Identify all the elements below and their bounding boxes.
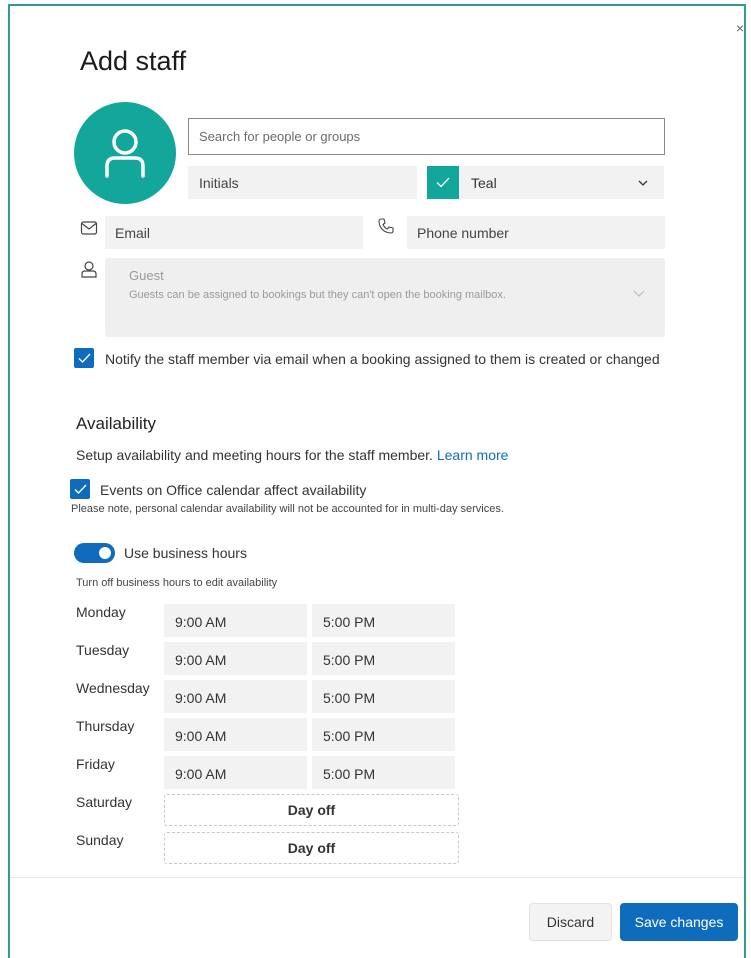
learn-more-link[interactable]: Learn more xyxy=(437,447,509,463)
role-value: Guest xyxy=(129,268,164,283)
end-time[interactable]: 5:00 PM xyxy=(312,680,455,713)
day-name: Saturday xyxy=(76,794,133,810)
business-hours-note: Turn off business hours to edit availabi… xyxy=(76,577,278,589)
events-checkbox[interactable] xyxy=(70,479,90,499)
avatar[interactable] xyxy=(74,102,176,204)
save-button[interactable]: Save changes xyxy=(620,903,738,941)
start-time[interactable]: 9:00 AM xyxy=(164,604,307,637)
mail-icon xyxy=(80,221,98,235)
start-time[interactable]: 9:00 AM xyxy=(164,642,307,675)
end-time[interactable]: 5:00 PM xyxy=(312,604,455,637)
person-icon xyxy=(105,129,145,178)
color-value: Teal xyxy=(471,174,497,191)
business-hours-label: Use business hours xyxy=(124,545,247,561)
business-hours-toggle[interactable] xyxy=(74,543,115,563)
search-input[interactable]: Search for people or groups xyxy=(188,118,665,155)
multi-day-note: Please note, personal calendar availabil… xyxy=(71,503,504,515)
phone-field[interactable]: Phone number xyxy=(407,216,665,249)
start-time[interactable]: 9:00 AM xyxy=(164,718,307,751)
end-time[interactable]: 5:00 PM xyxy=(312,642,455,675)
day-name: Sunday xyxy=(76,832,124,848)
notify-checkbox[interactable] xyxy=(74,348,94,368)
day-off-button[interactable]: Day off xyxy=(164,832,459,864)
day-name: Monday xyxy=(76,604,126,620)
day-name: Tuesday xyxy=(76,642,130,658)
end-time[interactable]: 5:00 PM xyxy=(312,718,455,751)
phone-icon xyxy=(378,218,394,234)
color-dropdown[interactable]: Teal xyxy=(427,166,664,199)
day-name: Thursday xyxy=(76,718,135,734)
start-time[interactable]: 9:00 AM xyxy=(164,680,307,713)
footer-divider xyxy=(10,877,744,878)
check-icon xyxy=(78,353,91,363)
initials-field[interactable]: Initials xyxy=(188,166,417,199)
day-off-button[interactable]: Day off xyxy=(164,794,459,826)
availability-heading: Availability xyxy=(76,414,157,433)
availability-description: Setup availability and meeting hours for… xyxy=(76,447,508,463)
close-icon[interactable]: × xyxy=(736,20,744,36)
dialog-title: Add staff xyxy=(80,46,187,76)
check-icon xyxy=(427,166,459,199)
availability-description-text: Setup availability and meeting hours for… xyxy=(76,447,433,463)
chevron-down-icon xyxy=(633,290,645,297)
events-label: Events on Office calendar affect availab… xyxy=(100,482,367,498)
toggle-knob xyxy=(99,547,111,559)
day-name: Friday xyxy=(76,756,115,772)
day-name: Wednesday xyxy=(76,680,150,696)
role-dropdown[interactable]: Guest Guests can be assigned to bookings… xyxy=(105,258,665,337)
role-person-icon xyxy=(81,261,97,278)
notify-label: Notify the staff member via email when a… xyxy=(105,351,660,367)
end-time[interactable]: 5:00 PM xyxy=(312,756,455,789)
discard-button[interactable]: Discard xyxy=(529,903,612,941)
start-time[interactable]: 9:00 AM xyxy=(164,756,307,789)
role-description: Guests can be assigned to bookings but t… xyxy=(129,289,506,301)
add-staff-dialog: × Add staff Search for people or groups … xyxy=(8,4,746,958)
chevron-down-icon xyxy=(638,180,648,186)
check-icon xyxy=(74,484,87,494)
email-field[interactable]: Email xyxy=(105,216,363,249)
